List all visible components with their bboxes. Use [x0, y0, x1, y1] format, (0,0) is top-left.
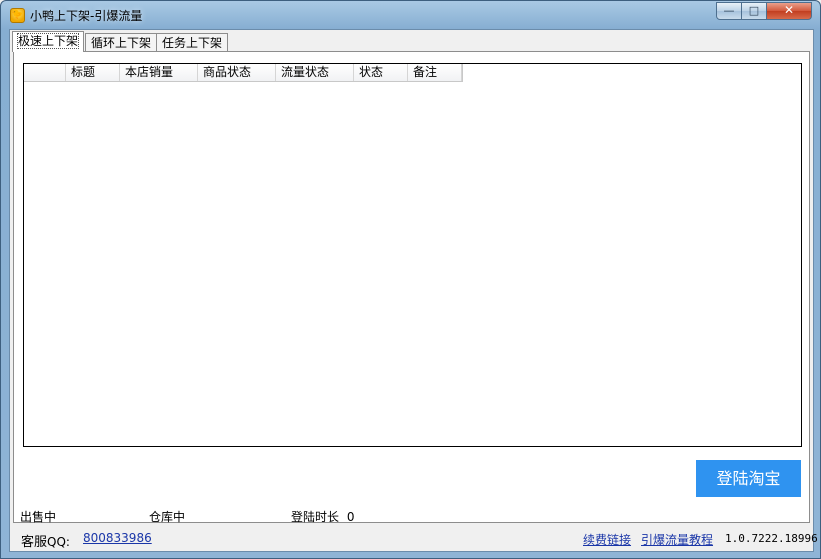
column-header-title[interactable]: 标题 [66, 64, 120, 81]
tutorial-link[interactable]: 引爆流量教程 [641, 531, 713, 548]
login-duration-label: 登陆时长 [291, 510, 340, 524]
close-button[interactable]: ✕ [767, 2, 812, 20]
on-sale-label: 出售中 [20, 510, 57, 524]
column-header-status[interactable]: 状态 [354, 64, 408, 81]
support-info: 客服QQ: [21, 531, 70, 550]
login-taobao-button[interactable]: 登陆淘宝 [696, 460, 801, 497]
minimize-button[interactable]: — [716, 2, 742, 20]
column-header-select[interactable] [24, 64, 66, 81]
caption-buttons: — □ ✕ [716, 2, 812, 21]
window-title: 小鸭上下架-引爆流量 [30, 9, 143, 23]
tab-task-listing[interactable]: 任务上下架 [156, 33, 229, 51]
column-header-product-status[interactable]: 商品状态 [198, 64, 276, 81]
tab-label: 循环上下架 [91, 36, 152, 50]
tab-label: 极速上下架 [16, 33, 80, 49]
tab-loop-listing[interactable]: 循环上下架 [85, 33, 158, 51]
column-header-sales[interactable]: 本店销量 [120, 64, 198, 81]
tab-label: 任务上下架 [162, 36, 223, 50]
version-label: 1.0.7222.18996 [725, 532, 818, 545]
qq-label: QQ: [47, 535, 70, 549]
client-area: 极速上下架 循环上下架 任务上下架 标题 本店销量 商品状态 流量状态 状态 备… [9, 29, 818, 552]
product-list[interactable]: 标题 本店销量 商品状态 流量状态 状态 备注 [23, 63, 802, 447]
column-header-notes[interactable]: 备注 [408, 64, 462, 81]
renew-link[interactable]: 续费链接 [583, 531, 631, 548]
tab-fast-listing[interactable]: 极速上下架 [12, 31, 85, 52]
list-header: 标题 本店销量 商品状态 流量状态 状态 备注 [24, 64, 463, 82]
support-label: 客服 [21, 535, 48, 550]
column-header-traffic-status[interactable]: 流量状态 [276, 64, 354, 81]
duck-icon: 🐤 [10, 8, 25, 23]
main-window: 🐤 小鸭上下架-引爆流量 — □ ✕ 极速上下架 循环上下架 任务上下架 标题 … [0, 0, 821, 559]
warehouse-label: 仓库中 [149, 510, 186, 524]
login-duration-value: 0 [346, 510, 355, 524]
tab-panel: 标题 本店销量 商品状态 流量状态 状态 备注 [13, 51, 810, 523]
qq-number-link[interactable]: 800833986 [83, 531, 152, 545]
title-bar[interactable]: 🐤 小鸭上下架-引爆流量 — □ ✕ [1, 1, 820, 29]
login-duration: 登陆时长 0 [291, 508, 354, 525]
maximize-button[interactable]: □ [742, 2, 767, 20]
